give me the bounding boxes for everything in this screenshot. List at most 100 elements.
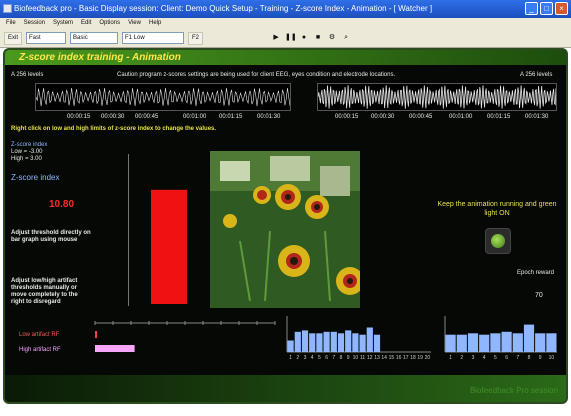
spectrum-tick-label: 19 xyxy=(417,355,423,360)
spectrum-bar xyxy=(445,334,456,352)
header-left-label: A 256 levels xyxy=(11,72,44,78)
eeg-trace-right-svg xyxy=(317,85,557,109)
filter-select[interactable]: F1 Low xyxy=(122,32,185,44)
spectrum-tick-label: 15 xyxy=(389,355,395,360)
epoch-value: 70 xyxy=(535,292,543,299)
eeg-waveform xyxy=(35,87,291,107)
spectrum-bar xyxy=(456,334,467,352)
spectrum-tick-label: 10 xyxy=(353,355,359,360)
flower-image-svg xyxy=(210,151,360,308)
minimize-button[interactable]: _ xyxy=(525,2,538,15)
menu-file[interactable]: File xyxy=(6,18,16,29)
spectrum-bar xyxy=(287,340,294,352)
keep-running-text: Keep the animation running and green lig… xyxy=(437,201,557,217)
spectrum-tick-label: 8 xyxy=(340,355,343,360)
settings-icon[interactable]: ⚙ xyxy=(327,33,337,43)
status-text: Biofeedback Pro session xyxy=(469,386,558,395)
close-button[interactable]: × xyxy=(555,2,568,15)
menu-system[interactable]: System xyxy=(53,18,73,29)
spectrum-bar xyxy=(523,324,535,352)
zscore-high-limit[interactable]: High = 3.00 xyxy=(11,156,42,163)
spectrum-bar xyxy=(373,334,381,352)
menu-edit[interactable]: Edit xyxy=(81,18,91,29)
zscore-bar[interactable] xyxy=(151,189,187,304)
trace-right-time-4: 00:01:00 xyxy=(449,114,473,120)
zoom-icon[interactable]: ⌕ xyxy=(341,33,351,43)
record-icon[interactable]: ● xyxy=(299,33,309,43)
spectrum-tick-label: 6 xyxy=(325,355,328,360)
display-select[interactable]: Basic xyxy=(70,32,119,44)
spectrum-tick-label: 11 xyxy=(360,355,365,360)
spectrum-chart-left: 1 2 3 4 5 6 7 8 9 10 11 12 13 14 15 16 17 18 19 20 xyxy=(286,316,431,360)
exit-button[interactable]: Exit xyxy=(4,31,23,45)
spectrum-tick-label: 7 xyxy=(516,355,519,360)
low-artifact-label: Low artifact RF xyxy=(19,332,60,338)
spectrum-bar xyxy=(337,333,345,352)
epoch-label: Epoch reward xyxy=(517,270,555,276)
trace-right-time-3: 00:00:45 xyxy=(409,114,433,120)
stop-icon[interactable]: ■ xyxy=(313,33,323,43)
spectrum-bar xyxy=(309,333,316,352)
play-icon[interactable]: ▶ xyxy=(271,33,281,43)
eeg-trace-right xyxy=(317,83,557,111)
adjust-threshold-text: Adjust threshold directly on bar graph u… xyxy=(11,230,91,243)
app-icon xyxy=(3,4,12,13)
spectrum-bar xyxy=(512,333,523,352)
spectrum-tick-label: 3 xyxy=(304,355,307,360)
eeg-waveform xyxy=(317,85,557,109)
screen-root: Biofeedback pro - Basic Display session:… xyxy=(0,0,571,416)
header-right-label: A 256 levels xyxy=(520,72,553,78)
spectrum-bar xyxy=(330,331,337,352)
spectrum-tick-label: 2 xyxy=(460,355,463,360)
spectrum-tick-label: 5 xyxy=(494,355,497,360)
spectrum-tick-label: 4 xyxy=(483,355,486,360)
zscore-low-limit[interactable]: Low = -3.00 xyxy=(11,149,43,156)
spectrum-tick-label: 1 xyxy=(289,355,292,360)
spectrum-chart-right: 1 2 3 4 5 6 7 8 9 10 xyxy=(444,316,557,360)
f2-button[interactable]: F2 xyxy=(188,31,204,45)
spectrum-tick-label: 20 xyxy=(425,355,431,360)
green-light-button[interactable] xyxy=(485,228,511,254)
instruction-text: Right click on low and high limits of z-… xyxy=(11,126,217,132)
spectrum-bar xyxy=(345,330,352,352)
spectrum-tick-label: 10 xyxy=(549,355,555,360)
high-artifact-slider[interactable] xyxy=(95,345,135,352)
zscore-bar-graph[interactable] xyxy=(128,154,208,306)
app-title: Z-score index training - Animation xyxy=(5,50,566,65)
low-artifact-slider[interactable] xyxy=(95,331,97,338)
menu-help[interactable]: Help xyxy=(149,18,161,29)
maximize-button[interactable]: □ xyxy=(540,2,553,15)
menu-options[interactable]: Options xyxy=(99,18,120,29)
trace-right-time-5: 00:01:15 xyxy=(487,114,511,120)
spectrum-tick-label: 16 xyxy=(396,355,402,360)
spectrum-bar xyxy=(294,331,301,352)
spectrum-tick-label: 9 xyxy=(347,355,350,360)
zscore-bar-svg[interactable] xyxy=(129,154,209,306)
animation-image xyxy=(210,151,360,308)
zscore-index-title: Z-score index xyxy=(11,173,60,182)
spectrum-tick-label: 12 xyxy=(367,355,373,360)
menu-session[interactable]: Session xyxy=(24,18,45,29)
speed-select[interactable]: Fast xyxy=(26,32,67,44)
menu-view[interactable]: View xyxy=(128,18,141,29)
trace-right-time-2: 00:00:30 xyxy=(371,114,395,120)
spectrum-tick-label: 1 xyxy=(449,355,452,360)
trace-left-time-5: 00:01:15 xyxy=(219,114,243,120)
eeg-trace-left xyxy=(35,83,291,111)
spectrum-tick-label: 6 xyxy=(505,355,508,360)
spectrum-tick-label: 4 xyxy=(311,355,314,360)
spectrum-bar xyxy=(366,327,373,352)
trace-left-time-1: 00:00:15 xyxy=(67,114,91,120)
spectrum-bar xyxy=(501,331,512,352)
spectrum-bar xyxy=(316,333,323,352)
spectrum-tick-label: 7 xyxy=(332,355,335,360)
caution-text: Caution program z-scores settings are be… xyxy=(117,72,396,78)
spectrum-bar xyxy=(301,330,309,352)
pause-icon[interactable]: ❚❚ xyxy=(285,33,297,43)
adjust-artifact-text: Adjust low/high artifact thresholds manu… xyxy=(11,278,78,305)
spectrum-tick-label: 17 xyxy=(403,355,409,360)
spectrum-bar xyxy=(352,333,359,352)
spectrum-tick-label: 2 xyxy=(296,355,299,360)
window-titlebar[interactable]: Biofeedback pro - Basic Display session:… xyxy=(0,0,571,18)
spectrum-tick-label: 18 xyxy=(410,355,416,360)
